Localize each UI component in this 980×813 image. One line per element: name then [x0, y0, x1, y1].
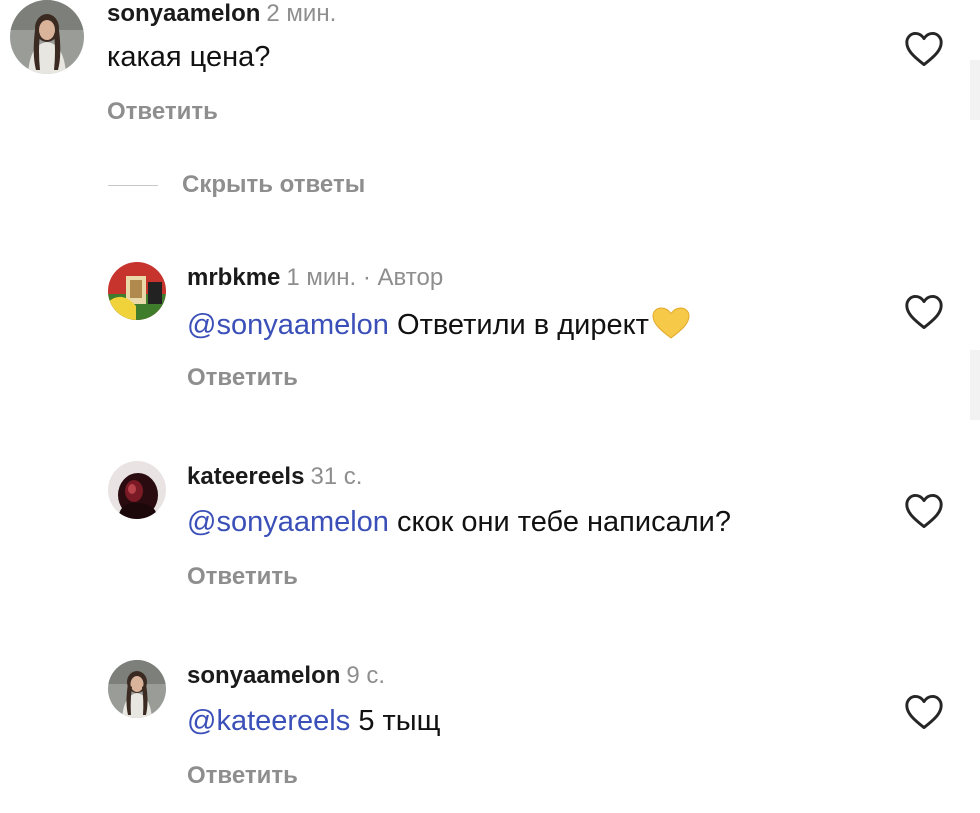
hide-replies-label: Скрыть ответы: [182, 171, 366, 198]
timestamp: 1 мин.: [286, 264, 357, 291]
mention-link[interactable]: @sonyaamelon: [187, 309, 389, 341]
heart-outline-icon[interactable]: [904, 493, 944, 529]
comment-meta: sonyaamelon 9 с.: [187, 662, 385, 690]
heart-outline-icon[interactable]: [904, 694, 944, 730]
timestamp: 9 с.: [346, 662, 386, 689]
avatar[interactable]: [10, 0, 84, 74]
avatar[interactable]: [108, 262, 166, 320]
reply-kateereels: kateereels 31 с. @sonyaamelon скок они те…: [0, 461, 980, 601]
reply-button[interactable]: Ответить: [187, 563, 298, 591]
comment-meta: sonyaamelon 2 мин.: [107, 0, 336, 28]
comment-meta: mrbkme 1 мин. · Автор: [187, 264, 443, 292]
mention-link[interactable]: @kateereels: [187, 705, 350, 737]
timestamp: 31 с.: [310, 463, 363, 490]
username[interactable]: kateereels: [187, 463, 304, 490]
reply-sonyaamelon: sonyaamelon 9 с. @kateereels 5 тыщ Ответи…: [0, 660, 980, 800]
reply-button[interactable]: Ответить: [107, 98, 218, 126]
username[interactable]: sonyaamelon: [107, 0, 260, 27]
comment-body: скок они тебе написали?: [397, 506, 731, 538]
timestamp: 2 мин.: [266, 0, 337, 27]
comment-text: @sonyaamelon Ответили в директ: [187, 306, 691, 342]
username[interactable]: sonyaamelon: [187, 662, 340, 689]
username[interactable]: mrbkme: [187, 264, 280, 291]
divider-line: [108, 185, 158, 186]
yellow-heart-emoji: [651, 306, 691, 340]
comment-text: @kateereels 5 тыщ: [187, 704, 440, 738]
comment-sonyaamelon-1: sonyaamelon 2 мин. какая цена? Ответить: [0, 0, 980, 140]
avatar[interactable]: [108, 461, 166, 519]
reply-button[interactable]: Ответить: [187, 762, 298, 790]
comment-body: Ответили в директ: [397, 309, 649, 341]
comment-meta: kateereels 31 с.: [187, 463, 362, 491]
comment-body: 5 тыщ: [358, 705, 441, 737]
mention-link[interactable]: @sonyaamelon: [187, 506, 389, 538]
comment-text: @sonyaamelon скок они тебе написали?: [187, 505, 731, 539]
heart-outline-icon[interactable]: [904, 31, 944, 67]
author-tag: · Автор: [362, 264, 444, 291]
reply-mrbkme: mrbkme 1 мин. · Автор @sonyaamelon Ответи…: [0, 262, 980, 402]
edge-shadow: [970, 60, 980, 120]
comment-text: какая цена?: [107, 40, 270, 74]
edge-shadow: [970, 350, 980, 420]
avatar[interactable]: [108, 660, 166, 718]
heart-outline-icon[interactable]: [904, 294, 944, 330]
comment-body: какая цена?: [107, 41, 271, 73]
reply-button[interactable]: Ответить: [187, 364, 298, 392]
